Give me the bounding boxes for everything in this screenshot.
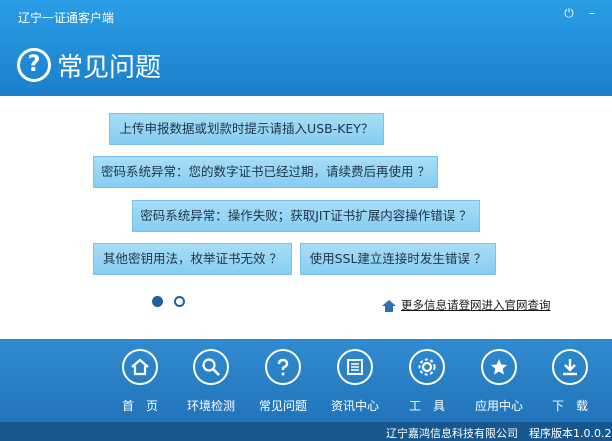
home-small-icon	[382, 300, 396, 312]
footer-bar: 辽宁嘉鸿信息科技有限公司 程序版本1.0.0.2	[0, 422, 612, 441]
nav-env-check[interactable]: 环境检测	[181, 349, 241, 414]
faq-panel: 上传申报数据或划款时提示请插入USB-KEY？ 密码系统异常：您的数字证书已经过…	[0, 96, 612, 339]
faq-button-usb-key[interactable]: 上传申报数据或划款时提示请插入USB-KEY？	[109, 113, 384, 145]
page-title: 常见问题	[57, 53, 162, 83]
news-icon	[337, 349, 373, 385]
faq-button-cert-expired[interactable]: 密码系统异常：您的数字证书已经过期，请续费后再使用 ？	[93, 156, 438, 188]
faq-button-jit-error[interactable]: 密码系统异常：操作失败；获取JIT证书扩展内容操作错误 ？	[132, 200, 480, 232]
nav-label: 下 载	[551, 399, 588, 413]
page-dot-2[interactable]	[174, 296, 185, 307]
nav-home[interactable]: 首 页	[110, 349, 170, 414]
more-info-link[interactable]: 更多信息请登网进入官网查询	[401, 297, 551, 313]
minimize-button[interactable]: –	[585, 6, 599, 20]
search-icon	[193, 349, 229, 385]
nav-app-center[interactable]: 应用中心	[469, 349, 529, 414]
nav-label: 常见问题	[258, 399, 307, 413]
nav-label: 首 页	[121, 399, 158, 413]
nav-tools[interactable]: 工 具	[397, 349, 457, 414]
faq-button-ssl-error[interactable]: 使用SSL建立连接时发生错误 ？	[300, 243, 496, 275]
nav-news[interactable]: 资讯中心	[325, 349, 385, 414]
nav-label: 资讯中心	[330, 399, 379, 413]
question-icon: ?	[17, 48, 51, 82]
nav-label: 应用中心	[474, 399, 523, 413]
app-window: 辽宁一证通客户端 ⏻ – ? 常见问题 上传申报数据或划款时提示请插入USB-K…	[0, 0, 612, 441]
faq-button-key-usage[interactable]: 其他密钥用法，枚举证书无效 ？	[93, 243, 292, 275]
header-bar: 辽宁一证通客户端 ⏻ – ? 常见问题	[0, 0, 612, 96]
footer-company-version: 辽宁嘉鸿信息科技有限公司 程序版本1.0.0.2	[386, 427, 612, 440]
nav-faq[interactable]: 常见问题	[253, 349, 313, 414]
nav-label: 环境检测	[186, 399, 235, 413]
star-icon	[481, 349, 517, 385]
nav-download[interactable]: 下 载	[540, 349, 600, 414]
window-title: 辽宁一证通客户端	[18, 11, 115, 25]
gear-icon	[409, 349, 445, 385]
nav-label: 工 具	[408, 399, 445, 413]
power-icon[interactable]: ⏻	[562, 6, 576, 20]
page-dot-1[interactable]	[152, 296, 163, 307]
question-icon	[265, 349, 301, 385]
home-icon	[122, 349, 158, 385]
download-icon	[552, 349, 588, 385]
